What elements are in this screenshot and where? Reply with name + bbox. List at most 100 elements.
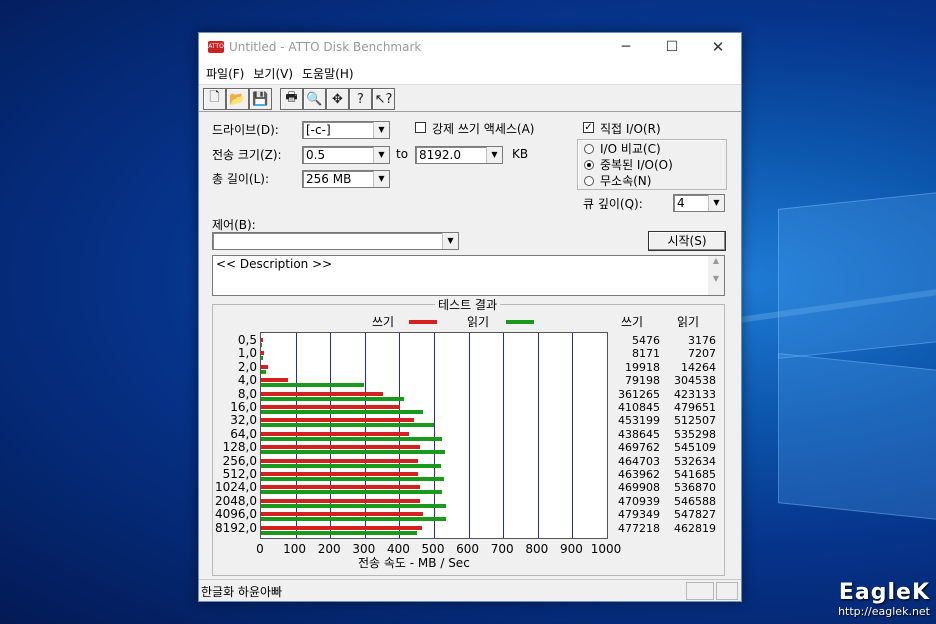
description-textarea[interactable]: << Description >> ▲ ▼ <box>212 255 725 296</box>
read-value-label: 304538 <box>674 374 716 388</box>
read-bar <box>261 490 443 495</box>
read-bar <box>261 517 447 522</box>
read-bar <box>261 530 418 535</box>
chart-x-tick-label: 100 <box>283 542 307 556</box>
chart-x-tick-label: 900 <box>559 542 583 556</box>
atto-app-icon[interactable]: ATTO <box>208 41 224 53</box>
read-value-label: 512507 <box>674 414 716 428</box>
drive-select[interactable]: [-c-] ▼ <box>302 121 390 139</box>
chevron-down-icon[interactable]: ▼ <box>442 233 458 249</box>
chevron-down-icon[interactable]: ▼ <box>373 122 389 138</box>
chart-x-tick-label: 1000 <box>590 542 622 556</box>
legend-write-label: 쓰기 <box>372 315 395 329</box>
read-value-label: 462819 <box>674 521 716 535</box>
write-bar <box>261 445 420 450</box>
status-text: 한글화 하윤아빠 <box>201 585 283 599</box>
legend-read-swatch <box>506 320 534 324</box>
write-value-label: 464703 <box>618 454 660 468</box>
chart-x-tick-label: 800 <box>525 542 549 556</box>
print-icon[interactable]: 🖶 <box>280 88 303 110</box>
write-bar <box>261 391 384 396</box>
chevron-down-icon[interactable]: ▼ <box>373 171 389 187</box>
io-compare-radio[interactable] <box>584 144 594 154</box>
move-icon[interactable]: ✥ <box>326 88 349 110</box>
write-value-label: 361265 <box>618 387 660 401</box>
status-bar: 한글화 하윤아빠 <box>199 579 741 601</box>
chart-x-tick-label: 400 <box>386 542 410 556</box>
total-length-select[interactable]: 256 MB ▼ <box>302 170 390 188</box>
close-button[interactable]: ✕ <box>695 33 741 62</box>
chevron-down-icon[interactable]: ▼ <box>708 195 724 211</box>
chart-y-tick-label: 16,0 <box>230 400 257 414</box>
transfer-to-select[interactable]: 8192.0 ▼ <box>415 146 503 164</box>
print-preview-icon[interactable]: 🔍 <box>303 88 326 110</box>
write-value-label: 438645 <box>618 427 660 441</box>
write-value-label: 463962 <box>618 468 660 481</box>
queue-depth-value: 4 <box>677 196 685 210</box>
chart-gridline <box>537 333 539 538</box>
chevron-down-icon[interactable]: ▼ <box>373 147 389 163</box>
read-bar <box>261 436 442 441</box>
read-bar <box>261 383 364 388</box>
read-bar <box>261 343 263 347</box>
chart-gridline <box>503 333 505 538</box>
read-bar <box>261 450 446 455</box>
chart-y-tick-label: 512,0 <box>222 467 257 481</box>
new-file-icon[interactable]: 🗋 <box>203 88 226 110</box>
write-bar <box>261 418 415 423</box>
transfer-size-label: 전송 크기(Z): <box>212 148 282 162</box>
wallpaper-window-pane <box>778 353 936 521</box>
overlapped-io-radio[interactable] <box>584 160 594 170</box>
write-value-label: 5476 <box>632 334 660 347</box>
menu-file[interactable]: 파일(F) <box>203 62 250 84</box>
chart-gridline <box>572 333 574 538</box>
minimize-button[interactable]: ─ <box>603 33 649 62</box>
read-bar <box>261 396 404 401</box>
force-write-checkbox[interactable] <box>415 122 426 133</box>
legend-read-label: 읽기 <box>467 315 490 329</box>
chart-x-axis-label: 전송 속도 - MB / Sec <box>358 556 470 570</box>
chart-x-tick-label: 200 <box>317 542 341 556</box>
open-folder-icon[interactable]: 📂 <box>226 88 249 110</box>
speed-chart-plot <box>260 332 608 539</box>
neither-radio[interactable] <box>584 176 594 186</box>
write-value-label: 410845 <box>618 401 660 414</box>
queue-depth-select[interactable]: 4 ▼ <box>673 194 725 212</box>
direct-io-checkbox[interactable]: ✓ <box>583 122 594 133</box>
force-write-label: 강제 쓰기 액세스(A) <box>432 122 535 136</box>
read-value-label: 479651 <box>674 401 716 414</box>
start-button[interactable]: 시작(S) <box>648 231 726 251</box>
title-bar[interactable]: ATTO Untitled - ATTO Disk Benchmark ─ ☐ … <box>199 33 741 62</box>
write-bar <box>261 351 264 356</box>
write-value-label: 469908 <box>618 481 660 495</box>
drive-value: [-c-] <box>306 123 331 137</box>
maximize-button[interactable]: ☐ <box>649 33 695 62</box>
transfer-from-select[interactable]: 0.5 ▼ <box>302 146 390 164</box>
read-value-label: 536870 <box>674 481 716 495</box>
chart-y-tick-label: 4,0 <box>237 373 257 388</box>
control-select[interactable]: ▼ <box>212 232 459 250</box>
description-text: << Description >> <box>216 257 333 271</box>
read-value-label: 14264 <box>681 360 716 374</box>
chevron-down-icon[interactable]: ▼ <box>486 147 502 163</box>
drive-label: 드라이브(D): <box>212 123 279 137</box>
save-icon[interactable]: 💾 <box>249 88 272 110</box>
chart-x-tick-label: 600 <box>456 542 480 556</box>
help-icon[interactable]: ? <box>349 88 372 110</box>
queue-depth-label: 큐 깊이(Q): <box>583 197 643 211</box>
read-bar <box>261 356 264 361</box>
write-bar <box>261 364 268 369</box>
description-scrollbar[interactable]: ▲ ▼ <box>708 256 724 295</box>
menu-help[interactable]: 도움말(H) <box>299 62 360 84</box>
write-bar <box>261 378 288 383</box>
total-length-label: 총 길이(L): <box>212 172 270 186</box>
chart-y-tick-label: 32,0 <box>230 413 257 428</box>
window-title: Untitled - ATTO Disk Benchmark <box>229 40 422 54</box>
context-help-icon[interactable]: ↖? <box>372 88 395 110</box>
settings-panel: 드라이브(D): [-c-] ▼ 강제 쓰기 액세스(A) ✓ 직접 I/O(R… <box>199 113 741 579</box>
chart-y-tick-label: 1,0 <box>237 346 257 361</box>
write-bar <box>261 431 410 436</box>
legend-write-swatch <box>409 320 437 324</box>
write-value-label: 469762 <box>618 441 660 455</box>
menu-view[interactable]: 보기(V) <box>250 62 299 84</box>
